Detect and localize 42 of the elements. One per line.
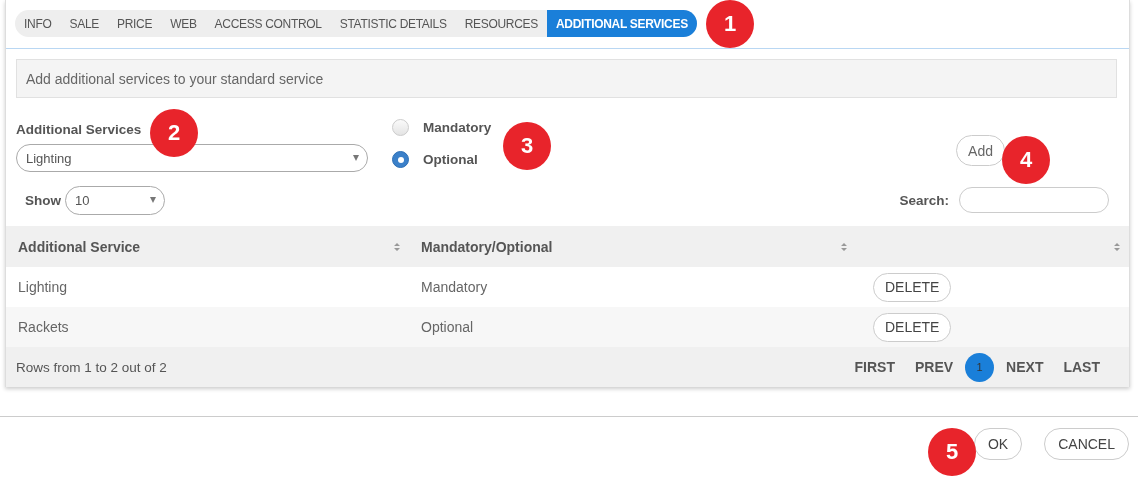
search-label: Search: — [899, 192, 949, 208]
table-cell-text: Mandatory — [420, 279, 489, 295]
tab[interactable]: PRICE — [107, 10, 162, 37]
delete-button[interactable]: DELETE — [873, 312, 952, 342]
tab[interactable]: INFO — [15, 10, 61, 37]
pager-link[interactable]: NEXT — [996, 359, 1054, 375]
radio-label: Mandatory — [423, 120, 492, 135]
tab[interactable]: WEB — [161, 10, 206, 37]
show-label: Show — [25, 192, 61, 208]
sort-icon[interactable] — [840, 241, 848, 252]
add-button[interactable]: Add — [956, 135, 1005, 166]
radio-label: Optional — [423, 152, 478, 167]
info-message: Add additional services to your standard service — [16, 59, 1117, 98]
tab[interactable]: ACCESS CONTROL — [205, 10, 331, 37]
tab[interactable]: ADDITIONAL SERVICES — [547, 10, 697, 37]
step-badge: 1 — [706, 0, 754, 48]
column-header[interactable]: Additional Service — [18, 238, 141, 255]
radio-button[interactable] — [392, 151, 409, 168]
table-cell-text: Optional — [420, 319, 475, 335]
tab[interactable]: SALE — [60, 10, 108, 37]
cancel-button[interactable]: CANCEL — [1044, 428, 1129, 460]
column-header[interactable]: Mandatory/Optional — [421, 238, 553, 255]
sort-icon[interactable] — [1113, 241, 1121, 252]
sort-icon[interactable] — [393, 241, 401, 252]
tab[interactable]: RESOURCES — [455, 10, 547, 37]
caret-icon — [150, 197, 156, 203]
table-cell-text: Rackets — [17, 319, 70, 335]
step-badge: 5 — [928, 428, 976, 476]
ok-button[interactable]: OK — [973, 428, 1023, 460]
search-field[interactable] — [959, 187, 1109, 213]
delete-button[interactable]: DELETE — [873, 272, 952, 302]
step-badge: 4 — [1002, 136, 1050, 184]
pager-link[interactable]: PREV — [904, 359, 964, 375]
caret-icon — [353, 155, 359, 161]
table-cell-text: Lighting — [17, 279, 69, 295]
step-badge: 3 — [503, 122, 551, 170]
tab[interactable]: STATISTIC DETAILS — [330, 10, 456, 37]
step-badge: 2 — [150, 109, 198, 157]
pager-link[interactable]: FIRST — [844, 359, 905, 375]
field-label: Additional Services — [16, 122, 142, 137]
rows-summary: Rows from 1 to 2 out of 2 — [16, 359, 167, 375]
pager-link[interactable]: LAST — [1053, 359, 1110, 375]
